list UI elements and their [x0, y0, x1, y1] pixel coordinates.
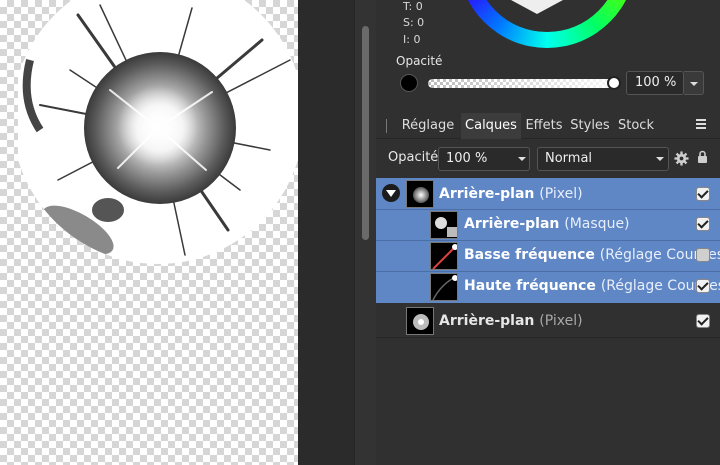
scrollbar-thumb[interactable] [362, 26, 369, 240]
chevron-down-icon [656, 157, 664, 161]
starburst-image [18, 0, 298, 264]
layer-name: Arrière-plan (Pixel) [439, 186, 583, 202]
curves-thumb-icon [432, 244, 457, 269]
opacity-slider-fill [428, 79, 616, 88]
layer-name: Arrière-plan (Masque) [464, 216, 630, 232]
layer-thumbnail [430, 211, 458, 239]
layer-opacity-value: 100 % [446, 151, 488, 166]
layer-visibility-checkbox[interactable] [696, 217, 710, 231]
color-opacity-dropdown-button[interactable] [684, 71, 704, 95]
blend-mode-value: Normal [545, 151, 593, 166]
document-canvas[interactable] [0, 0, 298, 465]
color-swatch[interactable] [400, 74, 418, 92]
expand-toggle-icon[interactable] [382, 184, 400, 202]
hue-readout: T: 0 [403, 0, 423, 13]
curves-thumb-icon [432, 275, 457, 300]
starburst-thumb-icon [413, 187, 429, 203]
layer-visibility-checkbox[interactable] [696, 248, 710, 262]
layer-visibility-checkbox[interactable] [696, 314, 710, 328]
mask-thumb-icon [435, 217, 457, 237]
tab-styles[interactable]: Styles [568, 113, 612, 139]
layer-name: Basse fréquence (Réglage Courbes) [464, 247, 720, 263]
intensity-readout: I: 0 [403, 33, 421, 46]
layer-visibility-checkbox[interactable] [696, 279, 710, 293]
canvas-gutter [298, 0, 354, 465]
chevron-down-icon [518, 157, 526, 161]
color-opacity-input[interactable]: 100 % [626, 71, 684, 95]
app-window: T: 0 S: 0 I: 0 Opacité 100 % Réglage Cal… [0, 0, 720, 465]
layer-visibility-checkbox[interactable] [696, 187, 710, 201]
starburst-thumb-icon [413, 314, 429, 330]
layer-thumbnail [406, 180, 434, 208]
blend-mode-dropdown[interactable]: Normal [537, 147, 669, 171]
chevron-down-icon [690, 82, 698, 86]
saturation-readout: S: 0 [403, 16, 425, 29]
opacity-slider-knob[interactable] [607, 76, 621, 90]
lock-icon[interactable] [697, 150, 708, 164]
color-opacity-label: Opacité [396, 54, 443, 68]
layers-list-divider [376, 337, 720, 338]
panel-menu-icon[interactable] [696, 119, 710, 131]
layer-opacity-dropdown[interactable]: 100 % [438, 147, 530, 171]
layer-thumbnail [430, 242, 458, 270]
layer-name: Haute fréquence (Réglage Courbes) [464, 278, 720, 294]
layer-row-haute-frequence[interactable]: Haute fréquence (Réglage Courbes) [376, 272, 720, 303]
layer-row-arriere-plan-masque[interactable]: Arrière-plan (Masque) [376, 210, 720, 241]
studio-panel: T: 0 S: 0 I: 0 Opacité 100 % Réglage Cal… [376, 0, 720, 465]
layer-row-arriere-plan-pixel-2[interactable]: Arrière-plan (Pixel) [376, 306, 720, 337]
tab-effets[interactable]: Effets [523, 113, 565, 139]
layer-thumbnail [406, 307, 434, 335]
color-triangle[interactable] [511, 0, 563, 14]
tab-stock[interactable]: Stock [615, 113, 657, 139]
tab-reglage[interactable]: Réglage [398, 113, 458, 139]
layer-name: Arrière-plan (Pixel) [439, 313, 583, 329]
layer-row-arriere-plan-pixel[interactable]: Arrière-plan (Pixel) [376, 179, 720, 210]
layer-thumbnail [430, 273, 458, 301]
layer-row-basse-frequence[interactable]: Basse fréquence (Réglage Courbes) [376, 241, 720, 272]
layer-opacity-label: Opacité: [388, 150, 443, 165]
gear-icon[interactable] [674, 151, 689, 166]
tab-calques[interactable]: Calques [461, 113, 521, 139]
tab-bar-separator [386, 119, 387, 133]
